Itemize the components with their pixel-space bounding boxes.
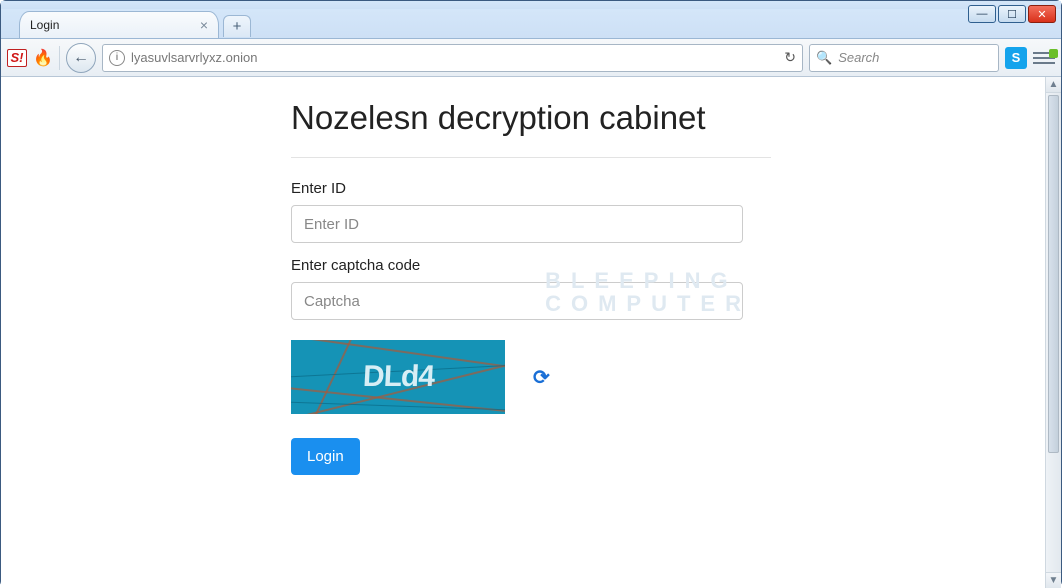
tab-strip: Login × +	[1, 9, 1061, 39]
captcha-label: Enter captcha code	[291, 257, 771, 274]
tab-title: Login	[30, 18, 59, 32]
captcha-image: DLd4	[291, 340, 505, 414]
menu-notification-dot	[1049, 49, 1058, 58]
window-close-button[interactable]: ✕	[1028, 5, 1056, 23]
divider	[291, 157, 771, 158]
reload-icon[interactable]: ↻	[784, 49, 796, 66]
extension-blue-s-icon[interactable]: S	[1005, 47, 1027, 69]
menu-button[interactable]	[1033, 52, 1055, 64]
scroll-down-button[interactable]: ▼	[1046, 572, 1061, 588]
extension-s-icon[interactable]: S!	[7, 48, 27, 68]
captcha-refresh-icon[interactable]: ⟳	[533, 365, 550, 390]
url-text: lyasuvlsarvrlyxz.onion	[131, 50, 778, 65]
back-button[interactable]: ←	[66, 43, 96, 73]
window-maximize-button[interactable]: ☐	[998, 5, 1026, 23]
page-title: Nozelesn decryption cabinet	[291, 99, 771, 137]
vertical-scrollbar[interactable]: ▲ ▼	[1045, 77, 1061, 588]
search-placeholder: Search	[838, 50, 879, 65]
window-titlebar: — ☐ ✕	[1, 1, 1061, 9]
scrollbar-thumb[interactable]	[1048, 95, 1059, 453]
toolbar-divider	[59, 46, 60, 70]
new-tab-button[interactable]: +	[223, 15, 251, 37]
id-label: Enter ID	[291, 180, 771, 197]
search-box[interactable]: 🔍 Search	[809, 44, 999, 72]
tab-close-icon[interactable]: ×	[200, 18, 208, 32]
page-content: Nozelesn decryption cabinet Enter ID Ent…	[291, 99, 771, 475]
captcha-input[interactable]	[291, 282, 743, 320]
toolbar: S! 🔥 ← i lyasuvlsarvrlyxz.onion ↻ 🔍 Sear…	[1, 39, 1061, 77]
viewport: Nozelesn decryption cabinet Enter ID Ent…	[1, 77, 1061, 588]
tab-login[interactable]: Login ×	[19, 11, 219, 38]
id-input[interactable]	[291, 205, 743, 243]
address-bar[interactable]: i lyasuvlsarvrlyxz.onion ↻	[102, 44, 803, 72]
extension-fire-icon[interactable]: 🔥	[33, 48, 53, 68]
scroll-up-button[interactable]: ▲	[1046, 77, 1061, 93]
login-button[interactable]: Login	[291, 438, 360, 475]
captcha-text: DLd4	[362, 360, 435, 394]
window-minimize-button[interactable]: —	[968, 5, 996, 23]
site-info-icon[interactable]: i	[109, 50, 125, 66]
search-icon: 🔍	[816, 50, 832, 66]
